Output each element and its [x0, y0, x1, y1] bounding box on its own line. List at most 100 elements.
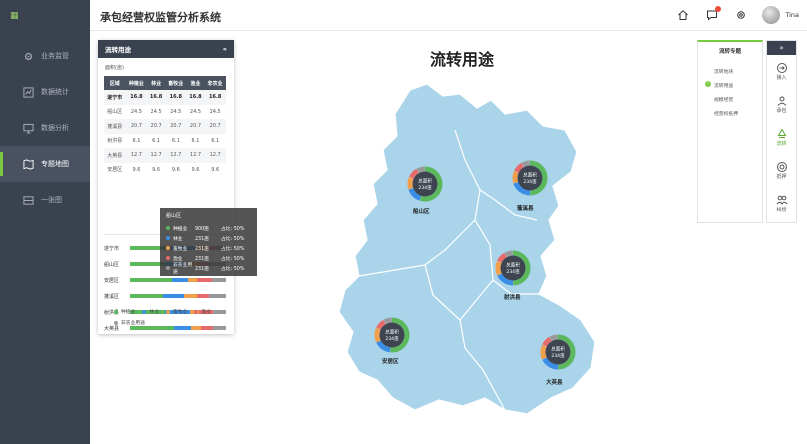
hover-tooltip: 船山区 种植业 900亩 占比: 50% 林业 231亩 占比: 50% 畜牧业 231亩 占比…	[160, 208, 257, 276]
tool-transfer[interactable]: 流转	[767, 121, 796, 154]
tooltip-dot-icon	[166, 256, 170, 260]
table-cell-region: 蓬溪县	[104, 119, 126, 134]
legend-label: 渔业	[201, 310, 212, 315]
table-cell: 16.8	[125, 90, 148, 105]
usage-panel: 流转用途 « 面积(亩) 区域 种植业 林业 畜牧业 渔业 非农业 遂宁市 16.…	[98, 40, 234, 334]
topic-item-active[interactable]: 流转用途	[705, 81, 762, 89]
legend-item[interactable]: 林业	[142, 308, 159, 315]
tool-access[interactable]: 接入	[767, 55, 796, 88]
column-header: 畜牧业	[164, 76, 187, 90]
topic-item[interactable]: 规模经营	[714, 96, 762, 103]
table-cell: 9.6	[152, 166, 161, 173]
username: Tina	[785, 11, 799, 19]
bar-segment	[172, 278, 188, 282]
bar-segment	[197, 278, 212, 282]
sidebar: ▦ 业务监管 数据统计 数据分析 专题地图 一张图	[0, 0, 90, 444]
home-icon	[678, 10, 689, 20]
logo-icon: ▦	[10, 11, 19, 21]
topic-item[interactable]: 经营权抵押	[714, 110, 762, 117]
app-title: 承包经营权监管分析系统	[100, 11, 221, 24]
table-row[interactable]: 安居区 9.6 9.6 9.6 9.6 9.6	[104, 163, 226, 178]
recycle-icon	[777, 128, 786, 138]
table-cell-region: 遂宁市	[104, 90, 126, 105]
usage-table: 区域 种植业 林业 畜牧业 渔业 非农业 遂宁市 16.8 16.8 16.8 16.8…	[104, 76, 226, 177]
bar-label: 蓬溪区	[104, 293, 120, 300]
sidebar-item-topic-map[interactable]: 专题地图	[0, 146, 90, 182]
legend-dot-icon	[114, 309, 118, 314]
topic-title: 流转专题	[718, 49, 741, 55]
bar-segment	[130, 278, 173, 282]
legend-item[interactable]: 种植业	[114, 308, 135, 315]
table-cell-region: 船山区	[107, 109, 123, 116]
sidebar-item-stats[interactable]: 数据统计	[0, 74, 90, 110]
coin-icon	[776, 162, 787, 172]
stats-icon	[22, 86, 34, 98]
bar-segment	[208, 294, 226, 298]
table-cell: 12.7	[164, 148, 187, 163]
sidebar-item-label: 数据统计	[41, 88, 69, 96]
legend-item[interactable]: 非农业用途	[114, 319, 145, 326]
table-cell: 6.1	[152, 137, 161, 144]
bar-segment	[183, 294, 198, 298]
table-cell: 6.1	[171, 137, 180, 144]
bar-label: 遂宁市	[104, 245, 120, 252]
home-button[interactable]	[672, 5, 694, 25]
tooltip-value: 231亩	[195, 266, 209, 272]
sidebar-item-business[interactable]: 业务监管	[0, 38, 90, 74]
column-header: 林业	[147, 76, 165, 90]
tool-contract[interactable]: 承包	[767, 88, 796, 121]
table-row[interactable]: 射洪县 6.1 6.1 6.1 6.1 6.1	[104, 134, 226, 149]
region-label-shehong: 射洪县	[504, 295, 521, 301]
legend-label: 林业	[149, 310, 160, 315]
table-row[interactable]: 蓬溪县 20.7 20.7 20.7 20.7 20.7	[104, 119, 226, 134]
table-cell: 6.1	[191, 137, 200, 144]
legend-dot-icon	[166, 309, 171, 314]
bar-row[interactable]: 蓬溪区	[104, 288, 228, 304]
gear-icon	[22, 50, 34, 62]
map-title: 流转用途	[430, 50, 495, 69]
tool-label: 承包	[776, 108, 787, 114]
column-header: 区域	[104, 76, 126, 90]
top-actions: Tina	[665, 5, 799, 25]
region-label-pengxi: 蓬溪县	[517, 206, 534, 212]
panel-header: 流转用途 «	[98, 40, 234, 58]
table-cell: 9.6	[171, 166, 180, 173]
tooltip-dot-icon	[166, 266, 170, 270]
sidebar-item-analysis[interactable]: 数据分析	[0, 110, 90, 146]
tool-mortgage[interactable]: 抵押	[767, 154, 796, 187]
tooltip-value: 231亩	[195, 246, 209, 252]
table-header-row: 区域 种植业 林业 畜牧业 渔业 非农业	[104, 76, 226, 90]
settings-button[interactable]	[730, 5, 752, 25]
legend-item[interactable]: 渔业	[194, 308, 211, 315]
tool-dispute[interactable]: 纠纷	[767, 187, 796, 220]
tooltip-value: 231亩	[195, 256, 209, 262]
tooltip-value: 900亩	[195, 226, 209, 232]
message-button[interactable]	[701, 5, 723, 25]
bar-segment	[187, 278, 198, 282]
sidebar-item-one-map[interactable]: 一张图	[0, 182, 90, 218]
table-cell: 9.6	[191, 166, 200, 173]
collapse-icon[interactable]: «	[223, 45, 227, 53]
sidebar-item-label: 数据分析	[41, 124, 69, 132]
table-row[interactable]: 大英县 12.7 12.7 12.7 12.7 12.7	[104, 148, 226, 163]
expand-icon[interactable]: »	[767, 41, 796, 55]
table-cell: 16.8	[147, 90, 165, 105]
tooltip-share: 占比: 50%	[221, 266, 245, 272]
table-cell: 24.5	[209, 108, 221, 115]
tooltip-row: 种植业 900亩 占比: 50%	[166, 223, 251, 233]
table-cell: 24.5	[130, 108, 142, 115]
table-row[interactable]: 遂宁市 16.8 16.8 16.8 16.8 16.8	[104, 90, 226, 105]
layers-icon	[22, 194, 34, 206]
legend-item[interactable]: 畜牧业	[166, 308, 187, 315]
tooltip-row: 畜牧业 231亩 占比: 50%	[166, 243, 251, 253]
tooltip-dot-icon	[166, 246, 170, 250]
table-cell: 24.5	[150, 108, 162, 115]
sidebar-item-label: 业务监管	[41, 52, 69, 60]
table-cell: 20.7	[204, 119, 226, 134]
tooltip-name: 畜牧业	[173, 246, 188, 252]
table-cell: 16.8	[164, 90, 187, 105]
avatar[interactable]	[762, 6, 781, 24]
topic-item[interactable]: 流转地块	[714, 68, 762, 75]
table-row[interactable]: 船山区 24.5 24.5 24.5 24.5 24.5	[104, 105, 226, 120]
table-cell: 24.5	[170, 108, 182, 115]
